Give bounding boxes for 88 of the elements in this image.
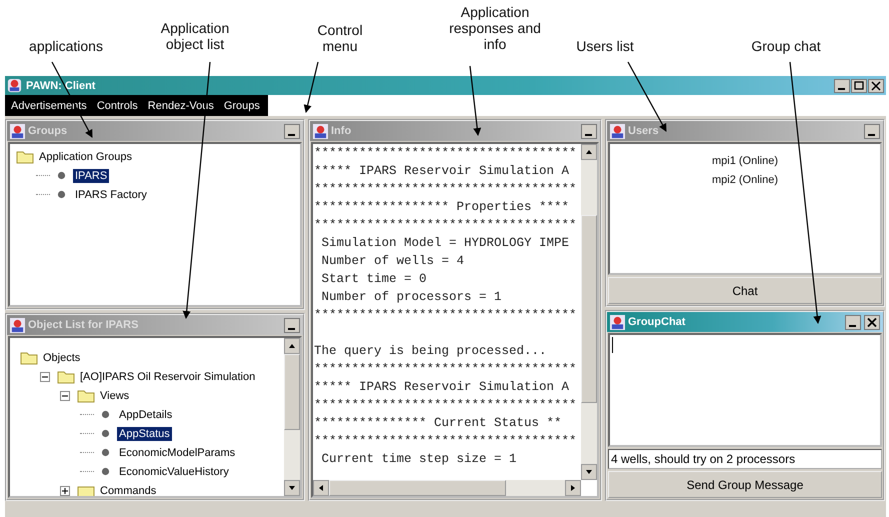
log-line: *********************************** — [314, 145, 578, 162]
scrollbar[interactable] — [284, 338, 300, 496]
app-icon — [610, 314, 625, 330]
user-item[interactable]: mpi1 (Online) — [610, 152, 880, 171]
callout-label: Application responses and info — [448, 4, 542, 52]
log-line: ****************** Properties **** — [314, 199, 570, 216]
log-line: *********************************** — [314, 397, 578, 414]
tree-item[interactable]: Views — [98, 388, 132, 402]
expander-icon[interactable] — [60, 486, 70, 496]
callout-arrow — [469, 66, 482, 136]
log-line: The query is being processed... — [314, 343, 548, 360]
log-line: Simulation Model = HYDROLOGY IMPE — [320, 235, 570, 252]
minimize-icon[interactable] — [284, 124, 300, 138]
app-icon — [10, 318, 25, 332]
log-line: *********************************** — [314, 361, 578, 378]
tree-item[interactable]: Application Groups — [37, 150, 134, 164]
log-line: *************** Current Status ** — [314, 415, 563, 432]
panel-title: GroupChat — [628, 316, 686, 328]
scroll-thumb[interactable] — [329, 480, 506, 496]
scroll-left-icon[interactable] — [313, 480, 329, 496]
chat-log[interactable] — [608, 333, 882, 447]
bullet-icon — [101, 410, 110, 419]
panel-title: Users — [628, 125, 660, 137]
app-icon — [313, 124, 328, 138]
close-icon[interactable] — [864, 314, 880, 330]
app-icon — [610, 124, 625, 138]
panel-title: Object List for IPARS — [28, 319, 140, 331]
scroll-right-icon[interactable] — [565, 480, 581, 496]
scroll-up-icon[interactable] — [284, 338, 300, 354]
tree-item[interactable]: AppDetails — [117, 408, 174, 422]
callout-label: Users list — [575, 38, 635, 54]
tree-item[interactable]: EconomicModelParams — [117, 446, 238, 460]
send-group-message-button[interactable]: Send Group Message — [608, 471, 882, 498]
callout-arrow — [304, 62, 319, 113]
bullet-icon — [101, 448, 110, 457]
scroll-thumb[interactable] — [581, 214, 597, 404]
expander-icon[interactable] — [60, 390, 70, 400]
log-line: Number of processors = 1 — [320, 289, 503, 306]
scrollbar[interactable] — [313, 480, 581, 496]
log-line: ***** IPARS Reservoir Simulation A — [314, 379, 570, 396]
menu-item[interactable]: Rendez-Vous — [148, 100, 214, 112]
bullet-icon — [57, 171, 66, 180]
log-line: *********************************** — [314, 217, 578, 234]
tree-item[interactable]: Commands — [98, 484, 158, 496]
scroll-down-icon[interactable] — [581, 464, 597, 480]
app-icon — [10, 124, 25, 138]
scroll-thumb[interactable] — [284, 354, 300, 430]
tree-item[interactable]: AppStatus — [117, 426, 172, 440]
window-title: PAWN: Client — [26, 80, 96, 92]
maximize-icon[interactable] — [851, 78, 867, 92]
scrollbar[interactable] — [581, 144, 597, 480]
tree-item[interactable]: IPARS Factory — [73, 188, 149, 202]
tree-item[interactable]: Objects — [41, 350, 82, 364]
menu-item[interactable]: Controls — [96, 100, 138, 112]
tree-item[interactable]: [AO]IPARS Oil Reservoir Simulation — [78, 370, 258, 384]
panel-title: Groups — [28, 125, 68, 137]
callout-label: Application object list — [160, 20, 230, 52]
panel-title: Info — [331, 125, 352, 137]
tree-item[interactable]: EconomicValueHistory — [117, 464, 231, 478]
expander-icon[interactable] — [40, 372, 50, 382]
menu-item[interactable]: Groups — [224, 100, 260, 112]
scroll-down-icon[interactable] — [284, 480, 300, 496]
bullet-icon — [101, 429, 110, 438]
bullet-icon — [57, 190, 66, 199]
scroll-up-icon[interactable] — [581, 144, 597, 160]
log-line: Start time = 0 — [320, 271, 428, 288]
log-line: Number of wells = 4 — [320, 253, 466, 270]
minimize-icon[interactable] — [845, 314, 861, 330]
log-line: *********************************** — [314, 433, 578, 450]
app-icon — [7, 78, 22, 93]
callout-label: Group chat — [750, 38, 822, 54]
log-line: Current time step size = 1 — [320, 451, 518, 468]
menu-item[interactable]: Advertisements — [11, 100, 87, 112]
user-item[interactable]: mpi2 (Online) — [610, 171, 880, 190]
message-input[interactable]: 4 wells, should try on 2 processors — [608, 449, 882, 469]
callout-label: Control menu — [316, 22, 364, 54]
log-line: *********************************** — [314, 181, 578, 198]
close-icon[interactable] — [868, 78, 884, 92]
minimize-icon[interactable] — [834, 78, 850, 92]
callout-label: applications — [28, 38, 104, 54]
tree-item[interactable]: IPARS — [73, 168, 110, 182]
log-line: ***** IPARS Reservoir Simulation A — [314, 163, 570, 180]
minimize-icon[interactable] — [581, 124, 597, 138]
bullet-icon — [101, 467, 110, 476]
minimize-icon[interactable] — [864, 124, 880, 138]
minimize-icon[interactable] — [284, 318, 300, 332]
chat-button[interactable]: Chat — [608, 277, 882, 304]
log-line: *********************************** — [314, 307, 578, 324]
